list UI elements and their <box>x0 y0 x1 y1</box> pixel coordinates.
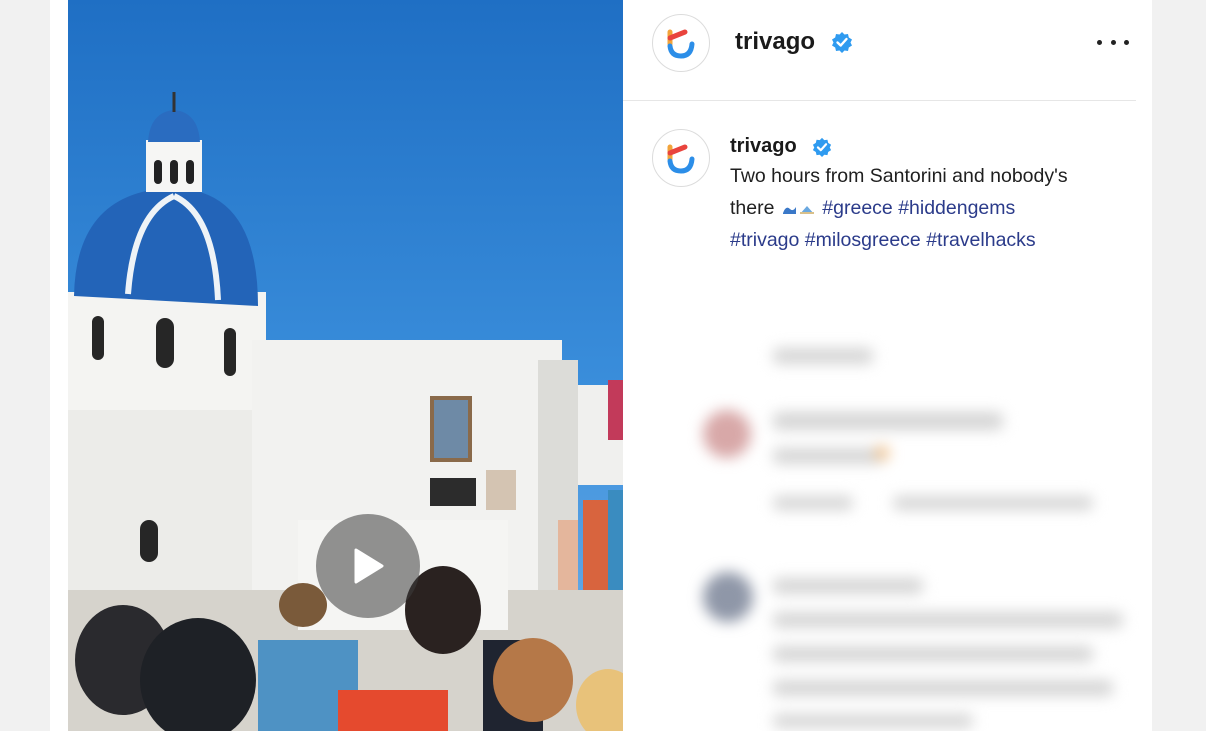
author-username[interactable]: trivago <box>735 28 815 56</box>
more-options-button[interactable] <box>1097 34 1129 50</box>
blurred-text <box>773 496 853 510</box>
play-button[interactable] <box>316 514 420 618</box>
post-panel: trivago trivago Two hours from Santorini… <box>623 0 1152 731</box>
trivago-logo-icon <box>667 29 695 59</box>
author-avatar[interactable] <box>652 14 710 72</box>
blurred-text <box>773 448 883 464</box>
caption-author-avatar[interactable] <box>652 129 710 187</box>
play-icon <box>354 548 384 584</box>
verified-badge-icon <box>812 137 832 157</box>
blurred-text <box>773 714 973 728</box>
blurred-text <box>773 348 873 364</box>
hashtag-hiddengems[interactable]: #hiddengems <box>898 197 1015 219</box>
blurred-emoji <box>875 446 889 460</box>
trivago-logo-icon <box>667 144 695 174</box>
post-caption: Two hours from Santorini and nobody's th… <box>730 160 1125 256</box>
blurred-avatar <box>703 410 751 458</box>
hashtag-milosgreece[interactable]: #milosgreece <box>805 229 921 251</box>
hashtag-trivago[interactable]: #trivago <box>730 229 799 251</box>
hashtag-greece[interactable]: #greece <box>822 197 892 219</box>
blurred-text <box>773 680 1113 696</box>
blurred-text <box>773 646 1093 662</box>
more-horizontal-icon <box>1097 39 1102 45</box>
caption-text: Two hours from Santorini and nobody's <box>730 165 1068 187</box>
blurred-text <box>893 496 1093 510</box>
post-card: trivago trivago Two hours from Santorini… <box>50 0 1152 731</box>
blurred-comments <box>623 330 1152 731</box>
verified-badge-icon <box>832 32 852 53</box>
post-header: trivago <box>623 0 1136 101</box>
blurred-text <box>773 578 923 594</box>
post-video[interactable] <box>68 0 623 731</box>
caption-author-username[interactable]: trivago <box>730 135 797 158</box>
blurred-text <box>773 412 1003 430</box>
caption-text-cont: there <box>730 197 775 219</box>
hashtag-travelhacks[interactable]: #travelhacks <box>926 229 1035 251</box>
santorini-image <box>68 0 623 731</box>
blurred-text <box>773 612 1123 628</box>
wave-beach-emoji-icon <box>782 205 814 214</box>
blurred-avatar <box>703 572 753 622</box>
